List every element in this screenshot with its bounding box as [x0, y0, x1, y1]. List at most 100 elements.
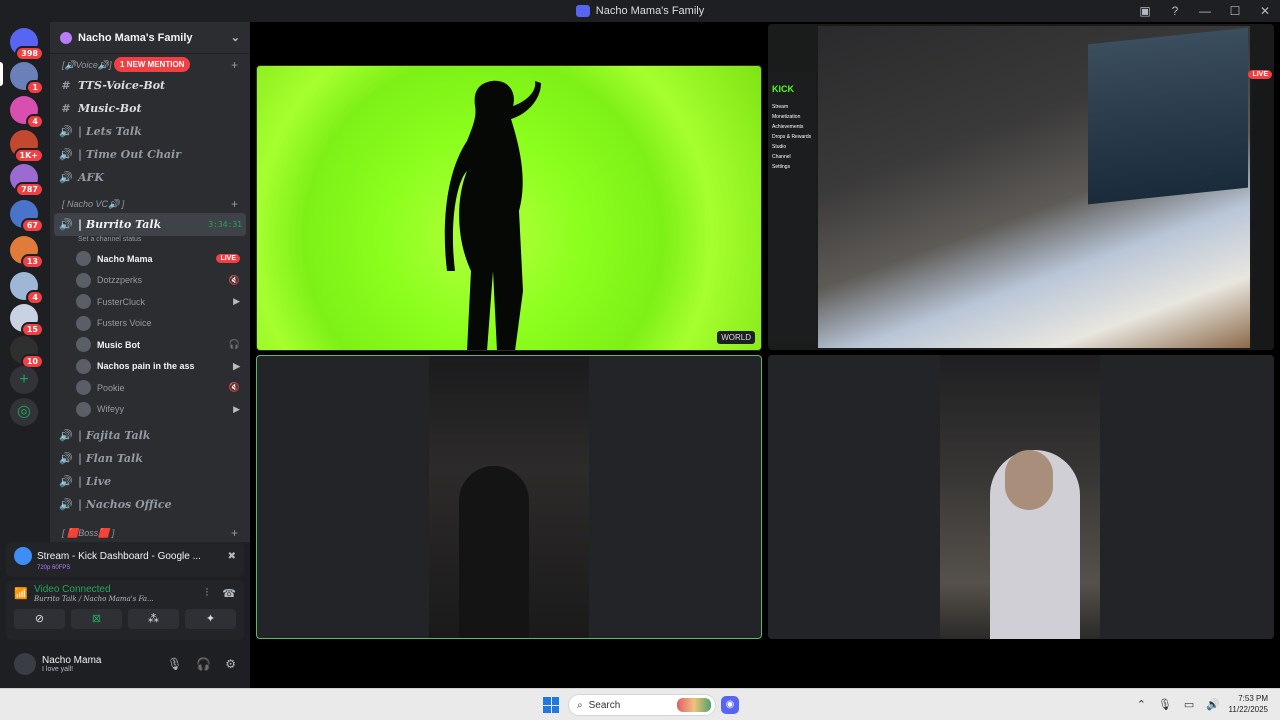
minimize-button[interactable]: —	[1190, 4, 1220, 18]
avatar[interactable]	[14, 653, 36, 675]
channel-tts-voice-bot[interactable]: # TTS-Voice-Bot	[50, 74, 250, 97]
video-tile-camera-1[interactable]	[256, 355, 762, 639]
volume-icon[interactable]: 🔊	[1206, 698, 1220, 711]
channel-fajita-talk[interactable]: 🔊 | Fajita Talk	[50, 424, 250, 447]
voice-user[interactable]: Wifeyy ▶	[50, 399, 250, 421]
network-icon[interactable]: ▭	[1184, 698, 1194, 711]
video-tile-camera-2[interactable]	[768, 355, 1274, 639]
video-tile-greenscreen[interactable]: WORLD	[256, 65, 762, 351]
category-boss[interactable]: [ 🟥Boss🟥 ] +	[50, 524, 250, 542]
screen-share-button[interactable]: ⊠	[71, 609, 122, 629]
guild-icon	[60, 31, 72, 44]
windows-start-icon[interactable]	[543, 697, 559, 713]
add-server-icon[interactable]: +	[10, 366, 38, 394]
channel-burrito-talk[interactable]: 🔊 | Burrito Talk 3:34:31	[54, 213, 246, 236]
maximize-button[interactable]: ☐	[1220, 4, 1250, 18]
discover-icon[interactable]: ◎	[10, 398, 38, 426]
microphone-icon[interactable]: 🎙	[1158, 698, 1172, 711]
voice-user[interactable]: Music Bot 🎧	[50, 334, 250, 356]
server-icon[interactable]: 1	[10, 62, 44, 95]
inbox-icon[interactable]: ▣	[1130, 4, 1160, 18]
server-icon[interactable]: 15	[10, 304, 44, 337]
category-nacho-vc[interactable]: [ Nacho VC🔊 ] +	[50, 195, 250, 213]
user-name: Nachos pain in the ass	[97, 361, 195, 372]
voice-location[interactable]: Burrito Talk / Nacho Mama's Fa...	[34, 595, 154, 603]
camera-toggle-button[interactable]: ⊘	[14, 609, 65, 629]
category-voice[interactable]: [🔊Voice🔊] 1 NEW MENTION +	[50, 56, 250, 74]
video-tile-stream[interactable]: KICK Stream Monetization Achievements Dr…	[768, 24, 1274, 350]
new-mention-badge[interactable]: 1 NEW MENTION	[114, 57, 191, 72]
channel-time-out-chair[interactable]: 🔊 | Time Out Chair	[50, 143, 250, 166]
server-badge: 398	[15, 46, 44, 61]
channel-name: TTS-Voice-Bot	[78, 79, 166, 92]
speaker-icon: 🔊	[59, 171, 73, 184]
channel-flan-talk[interactable]: 🔊 | Flan Talk	[50, 447, 250, 470]
server-icon[interactable]: 4	[10, 272, 44, 305]
clock-time: 7:53 PM	[1238, 694, 1268, 703]
channel-afk[interactable]: 🔊 AFK	[50, 166, 250, 189]
kick-menu-item: Achievements	[772, 124, 804, 130]
avatar	[76, 272, 91, 288]
category-label: [ Nacho VC🔊 ]	[62, 198, 125, 209]
voice-user[interactable]: Nachos pain in the ass ▶	[50, 356, 250, 378]
add-channel-icon[interactable]: +	[231, 197, 238, 211]
chevron-down-icon[interactable]: ⌄	[231, 31, 240, 44]
user-name: FusterCluck	[97, 296, 146, 307]
close-button[interactable]: ✕	[1250, 4, 1280, 18]
voice-user[interactable]: Fusters Voice	[50, 313, 250, 335]
help-icon[interactable]: ?	[1160, 4, 1190, 18]
speaker-icon: 🔊	[59, 475, 73, 488]
soundboard-button[interactable]: ✦	[185, 609, 236, 629]
camera-icon: ▶	[233, 296, 240, 307]
monitor-image	[1088, 27, 1248, 205]
voice-user[interactable]: Pookie 🔇	[50, 377, 250, 399]
activities-button[interactable]: ⁂	[128, 609, 179, 629]
server-icon[interactable]: 787	[10, 164, 44, 197]
noise-suppression-icon[interactable]: ⫶	[206, 587, 209, 600]
kick-menu-item: Monetization	[772, 114, 801, 120]
hash-icon: #	[61, 102, 71, 115]
channel-status[interactable]: Set a channel status	[50, 236, 250, 248]
user-name: Dotzzperks	[97, 275, 143, 286]
kick-menu-item: Studio	[772, 144, 787, 150]
home-icon[interactable]: 398	[10, 28, 44, 61]
signal-icon[interactable]: 📶	[14, 587, 34, 600]
clock[interactable]: 7:53 PM 11/22/2025	[1229, 693, 1268, 715]
channel-lets-talk[interactable]: 🔊 | Lets Talk	[50, 120, 250, 143]
server-badge: 787	[15, 182, 44, 197]
guild-header[interactable]: Nacho Mama's Family ⌄	[50, 22, 250, 54]
avatar	[76, 401, 91, 417]
voice-user[interactable]: Dotzzperks 🔇	[50, 270, 250, 292]
server-badge: 15	[20, 322, 44, 337]
add-channel-icon[interactable]: +	[231, 526, 238, 540]
category-label: [ 🟥Boss🟥 ]	[62, 527, 115, 538]
headphones-icon[interactable]: 🎧	[196, 657, 211, 671]
user-status: I love yall!	[42, 666, 74, 673]
channel-nachos-office[interactable]: 🔊 | Nachos Office	[50, 493, 250, 516]
avatar	[76, 251, 91, 267]
chevron-up-icon[interactable]: ⌃	[1137, 698, 1146, 711]
server-icon[interactable]: 10	[10, 336, 44, 369]
server-badge: 4	[26, 290, 44, 305]
microphone-icon[interactable]: 🎙	[167, 657, 182, 671]
server-icon[interactable]: 67	[10, 200, 44, 233]
avatar	[76, 337, 91, 353]
stop-stream-icon[interactable]: ✖	[228, 551, 236, 562]
settings-gear-icon[interactable]: ⚙	[225, 657, 236, 671]
discord-taskbar-icon[interactable]: ◉	[721, 696, 739, 714]
channel-music-bot[interactable]: # Music-Bot	[50, 97, 250, 120]
camera-icon: ▶	[233, 403, 240, 414]
taskbar-search[interactable]: ⌕ Search	[568, 694, 716, 716]
channel-live[interactable]: 🔊 | Live	[50, 470, 250, 493]
server-icon[interactable]: 1K+	[10, 130, 44, 163]
server-icon[interactable]: 4	[10, 96, 44, 129]
app-icon	[575, 5, 590, 17]
disconnect-icon[interactable]: ☎	[222, 587, 236, 600]
add-channel-icon[interactable]: +	[231, 58, 238, 72]
server-icon[interactable]: 13	[10, 236, 44, 269]
channel-name: AFK	[78, 171, 104, 184]
voice-user[interactable]: FusterCluck ▶	[50, 291, 250, 313]
voice-user[interactable]: Nacho Mama LIVE	[50, 248, 250, 270]
kick-logo: KICK	[772, 84, 794, 94]
voice-status: Video Connected	[34, 584, 111, 595]
